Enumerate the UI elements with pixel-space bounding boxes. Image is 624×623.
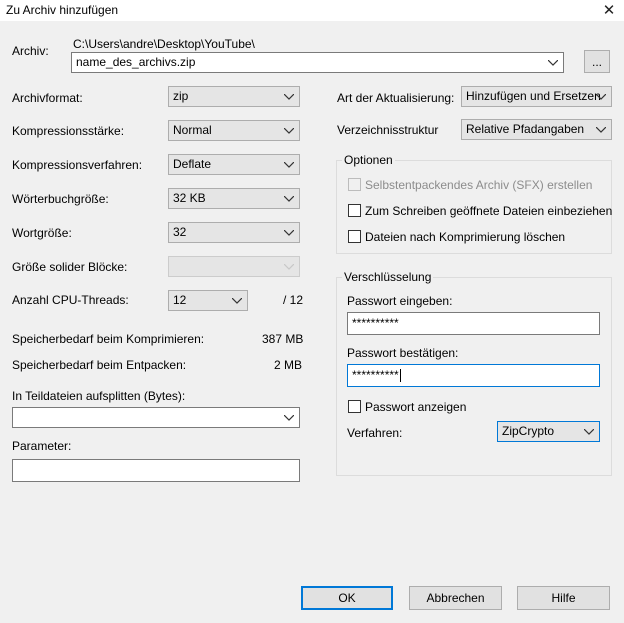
solid-select	[168, 256, 300, 277]
split-label: In Teildateien aufsplitten (Bytes):	[12, 389, 186, 403]
password-confirm-input[interactable]: **********	[347, 364, 600, 387]
level-select[interactable]: Normal	[168, 120, 300, 141]
chevron-down-icon	[282, 257, 296, 276]
chevron-down-icon[interactable]	[282, 121, 296, 140]
word-value: 32	[173, 225, 187, 239]
split-combo[interactable]	[12, 407, 300, 428]
format-label: Archivformat:	[12, 91, 83, 105]
archive-name-value: name_des_archivs.zip	[76, 55, 196, 69]
update-select[interactable]: Hinzufügen und Ersetzen	[461, 86, 612, 107]
update-value: Hinzufügen und Ersetzen	[466, 89, 601, 103]
chevron-down-icon[interactable]	[282, 223, 296, 242]
title-bar: Zu Archiv hinzufügen ✕	[0, 0, 624, 21]
chevron-down-icon[interactable]	[546, 53, 560, 72]
level-label: Kompressionsstärke:	[12, 124, 125, 138]
mem-decomp-value: 2 MB	[274, 358, 303, 372]
update-label: Art der Aktualisierung:	[337, 91, 455, 105]
shared-checkbox[interactable]	[348, 204, 361, 217]
paths-value: Relative Pfadangaben	[466, 122, 585, 136]
chevron-down-icon[interactable]	[594, 87, 608, 106]
word-label: Wortgröße:	[12, 226, 72, 240]
solid-label: Größe solider Blöcke:	[12, 260, 128, 274]
chevron-down-icon[interactable]	[594, 120, 608, 139]
enc-method-label: Verfahren:	[347, 426, 403, 440]
threads-label: Anzahl CPU-Threads:	[12, 293, 129, 307]
shared-label[interactable]: Zum Schreiben geöffnete Dateien einbezie…	[365, 204, 612, 218]
sfx-label: Selbstentpackendes Archiv (SFX) erstelle…	[365, 178, 593, 192]
chevron-down-icon[interactable]	[582, 422, 596, 441]
password-confirm-value: **********	[352, 368, 399, 382]
chevron-down-icon[interactable]	[282, 189, 296, 208]
mem-decomp-label: Speicherbedarf beim Entpacken:	[12, 358, 187, 372]
level-value: Normal	[173, 123, 212, 137]
mem-comp-value: 387 MB	[262, 332, 304, 346]
paths-label: Verzeichnisstruktur	[337, 123, 439, 137]
threads-total: / 12	[283, 293, 304, 307]
chevron-down-icon[interactable]	[282, 87, 296, 106]
paths-select[interactable]: Relative Pfadangaben	[461, 119, 612, 140]
enc-method-value: ZipCrypto	[502, 424, 555, 438]
dict-value: 32 KB	[173, 191, 206, 205]
delete-checkbox[interactable]	[348, 230, 361, 243]
close-icon[interactable]: ✕	[594, 0, 624, 21]
pw2-label: Passwort bestätigen:	[347, 346, 459, 360]
chevron-down-icon[interactable]	[230, 291, 244, 310]
threads-value: 12	[173, 293, 187, 307]
format-value: zip	[173, 89, 189, 103]
params-label: Parameter:	[12, 439, 72, 453]
dict-select[interactable]: 32 KB	[168, 188, 300, 209]
browse-button[interactable]: ...	[584, 50, 610, 73]
format-select[interactable]: zip	[168, 86, 300, 107]
options-title: Optionen	[342, 153, 395, 167]
mem-comp-label: Speicherbedarf beim Komprimieren:	[12, 332, 205, 346]
params-input[interactable]	[12, 459, 300, 482]
archive-name-combo[interactable]: name_des_archivs.zip	[71, 52, 564, 73]
dict-label: Wörterbuchgröße:	[12, 192, 109, 206]
cancel-button[interactable]: Abbrechen	[409, 586, 502, 610]
window-title: Zu Archiv hinzufügen	[6, 3, 119, 17]
sfx-checkbox	[348, 178, 361, 191]
word-select[interactable]: 32	[168, 222, 300, 243]
show-password-label[interactable]: Passwort anzeigen	[365, 400, 466, 414]
help-button[interactable]: Hilfe	[517, 586, 610, 610]
threads-select[interactable]: 12	[168, 290, 248, 311]
chevron-down-icon[interactable]	[282, 155, 296, 174]
show-password-checkbox[interactable]	[348, 400, 361, 413]
method-value: Deflate	[173, 157, 212, 171]
method-select[interactable]: Deflate	[168, 154, 300, 175]
ok-button[interactable]: OK	[301, 586, 393, 610]
chevron-down-icon[interactable]	[282, 408, 296, 427]
text-caret	[399, 369, 401, 383]
archive-label: Archiv:	[12, 44, 49, 58]
password-input[interactable]: **********	[347, 312, 600, 335]
pw-label: Passwort eingeben:	[347, 294, 453, 308]
encryption-title: Verschlüsselung	[342, 270, 434, 284]
method-label: Kompressionsverfahren:	[12, 158, 143, 172]
archive-path: C:\Users\andre\Desktop\YouTube\	[73, 37, 255, 51]
enc-method-select[interactable]: ZipCrypto	[497, 421, 600, 442]
delete-label[interactable]: Dateien nach Komprimierung löschen	[365, 230, 565, 244]
